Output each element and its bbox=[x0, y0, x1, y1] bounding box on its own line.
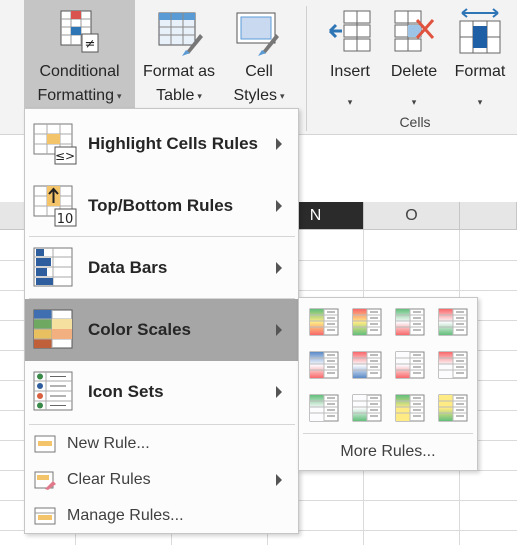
data-bars-icon bbox=[33, 247, 73, 287]
color-scale-swatch-icon bbox=[395, 351, 425, 379]
format-label: Format bbox=[454, 63, 506, 80]
color-scale-option[interactable] bbox=[438, 351, 468, 379]
color-scale-swatch-icon bbox=[309, 351, 339, 379]
color-scale-option[interactable] bbox=[395, 394, 425, 422]
format-as-table-icon bbox=[158, 12, 203, 56]
color-scales-submenu: More Rules... bbox=[298, 297, 478, 471]
ribbon-separator bbox=[306, 6, 307, 131]
color-scale-option[interactable] bbox=[395, 308, 425, 336]
conditional-formatting-menu: ≤> Highlight Cells Rules 10 Top/Bottom R… bbox=[24, 108, 299, 534]
conditional-formatting-button[interactable]: ≠ Conditional Formatting ▾ bbox=[24, 0, 135, 110]
chevron-down-icon: ▾ bbox=[477, 97, 483, 107]
chevron-right-icon bbox=[276, 262, 282, 274]
column-header-o[interactable]: O bbox=[364, 202, 460, 230]
column-header-next[interactable] bbox=[460, 202, 517, 230]
color-scale-option[interactable] bbox=[309, 351, 339, 379]
color-scale-swatch-icon bbox=[438, 351, 468, 379]
color-scale-option[interactable] bbox=[352, 308, 382, 336]
color-scale-option[interactable] bbox=[438, 394, 468, 422]
manage-rules-icon bbox=[34, 507, 56, 525]
color-scale-swatch-icon bbox=[309, 308, 339, 336]
format-button[interactable]: Format ▾ bbox=[448, 0, 512, 110]
menu-item-label: Clear Rules bbox=[67, 471, 151, 488]
color-scale-option[interactable] bbox=[395, 351, 425, 379]
delete-button[interactable]: Delete ▾ bbox=[385, 0, 443, 110]
insert-label: Insert bbox=[329, 63, 370, 80]
chevron-right-icon bbox=[276, 474, 282, 486]
menu-item-label: Top/Bottom Rules bbox=[88, 196, 234, 215]
highlight-cells-rules-icon: ≤> bbox=[33, 123, 77, 165]
cell-styles-label-2: Styles bbox=[233, 87, 278, 105]
format-as-table-button[interactable]: Format as Table ▾ bbox=[138, 0, 220, 110]
menu-item-label: New Rule... bbox=[67, 435, 150, 452]
menu-item-label: Highlight Cells Rules bbox=[88, 134, 259, 153]
format-cells-icon bbox=[459, 8, 501, 54]
delete-cells-icon bbox=[394, 10, 435, 52]
format-as-table-label-2: Table bbox=[156, 87, 195, 105]
color-scale-swatch-icon bbox=[352, 394, 382, 422]
svg-text:≤>: ≤> bbox=[55, 149, 75, 163]
chevron-right-icon bbox=[276, 138, 282, 150]
clear-rules-icon bbox=[34, 471, 56, 490]
cells-group-label: Cells bbox=[399, 114, 431, 130]
conditional-formatting-label-1: Conditional bbox=[39, 63, 120, 80]
menu-item-new-rule[interactable]: New Rule... bbox=[25, 426, 298, 462]
color-scale-swatch-icon bbox=[395, 394, 425, 422]
conditional-formatting-label-2: Formatting bbox=[37, 87, 114, 105]
svg-text:≠: ≠ bbox=[85, 37, 96, 52]
chevron-down-icon: ▾ bbox=[116, 91, 122, 101]
menu-item-highlight-cells-rules[interactable]: ≤> Highlight Cells Rules bbox=[25, 113, 298, 175]
chevron-down-icon: ▾ bbox=[411, 97, 417, 107]
chevron-down-icon: ▾ bbox=[347, 97, 353, 107]
color-scale-option[interactable] bbox=[352, 351, 382, 379]
menu-item-label: Icon Sets bbox=[88, 382, 164, 401]
menu-item-label: Color Scales bbox=[88, 320, 191, 339]
color-scale-swatch-icon bbox=[395, 308, 425, 336]
color-scale-swatch-icon bbox=[309, 394, 339, 422]
new-rule-icon bbox=[34, 435, 56, 453]
color-scale-option[interactable] bbox=[309, 394, 339, 422]
chevron-right-icon bbox=[276, 200, 282, 212]
more-rules-button[interactable]: More Rules... bbox=[299, 434, 477, 470]
cell-styles-button[interactable]: Cell Styles ▾ bbox=[226, 0, 292, 110]
menu-item-top-bottom-rules[interactable]: 10 Top/Bottom Rules bbox=[25, 175, 298, 237]
insert-cells-icon bbox=[328, 10, 371, 52]
color-scale-swatch-icon bbox=[438, 394, 468, 422]
menu-item-manage-rules[interactable]: Manage Rules... bbox=[25, 498, 298, 534]
color-scales-icon bbox=[33, 309, 73, 349]
menu-separator bbox=[29, 424, 295, 425]
menu-item-color-scales[interactable]: Color Scales bbox=[25, 299, 298, 361]
color-scale-swatch-icon bbox=[438, 308, 468, 336]
chevron-down-icon: ▾ bbox=[197, 91, 202, 101]
menu-item-clear-rules[interactable]: Clear Rules bbox=[25, 462, 298, 498]
chevron-right-icon bbox=[276, 324, 282, 336]
svg-text:10: 10 bbox=[57, 212, 74, 227]
menu-item-icon-sets[interactable]: Icon Sets bbox=[25, 361, 298, 423]
conditional-formatting-icon: ≠ bbox=[60, 10, 99, 53]
top-bottom-rules-icon: 10 bbox=[33, 185, 77, 227]
cell-styles-icon bbox=[236, 12, 279, 56]
color-scale-option[interactable] bbox=[438, 308, 468, 336]
cell-styles-label-1: Cell bbox=[245, 63, 273, 80]
icon-sets-icon bbox=[33, 371, 73, 411]
chevron-right-icon bbox=[276, 386, 282, 398]
color-scale-option[interactable] bbox=[352, 394, 382, 422]
color-scale-swatch-icon bbox=[352, 351, 382, 379]
format-as-table-label-1: Format as bbox=[142, 63, 215, 80]
delete-label: Delete bbox=[390, 63, 438, 80]
chevron-down-icon: ▾ bbox=[280, 91, 285, 101]
color-scale-option[interactable] bbox=[309, 308, 339, 336]
menu-item-label: Manage Rules... bbox=[67, 507, 184, 524]
color-scale-swatch-icon bbox=[352, 308, 382, 336]
menu-item-label: Data Bars bbox=[88, 258, 168, 277]
menu-item-data-bars[interactable]: Data Bars bbox=[25, 237, 298, 299]
insert-button[interactable]: Insert ▾ bbox=[322, 0, 378, 110]
